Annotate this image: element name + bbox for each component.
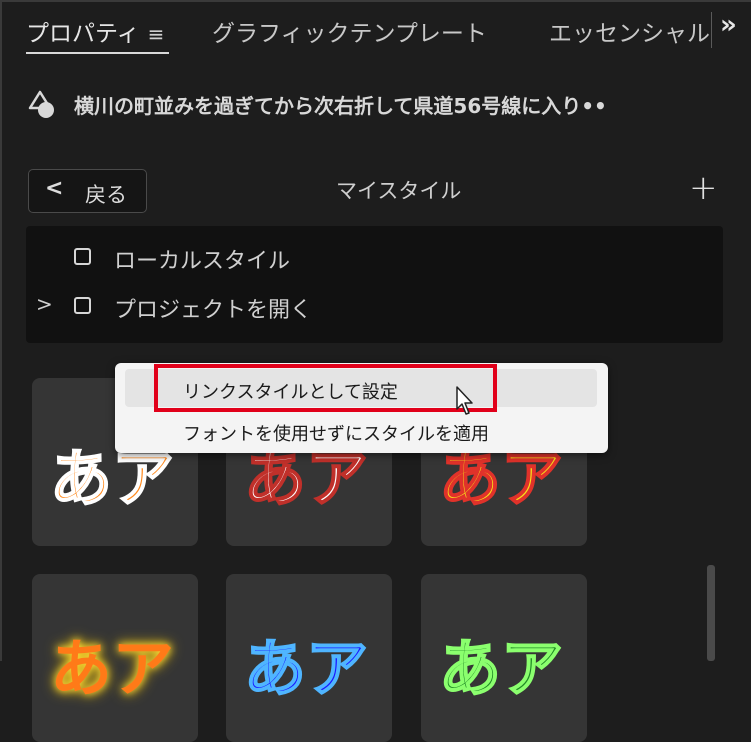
folder-label: ローカルスタイル xyxy=(114,249,291,274)
scrollbar[interactable] xyxy=(707,565,715,661)
panel-menu-icon[interactable]: ≡ xyxy=(148,22,165,46)
tab-properties[interactable]: プロパティ ≡ xyxy=(26,14,169,54)
panel-left-border xyxy=(0,0,2,661)
style-thumbnail[interactable]: あア xyxy=(226,574,392,742)
add-style-button[interactable]: + xyxy=(689,168,718,208)
checkbox[interactable] xyxy=(74,248,91,265)
style-folder-list: ローカルスタイル > プロジェクトを開く xyxy=(26,226,723,343)
menu-item-apply-style-without-font[interactable]: フォントを使用せずにスタイルを適用 xyxy=(125,411,597,449)
tab-divider xyxy=(711,12,712,48)
graphic-shapes-icon xyxy=(28,90,54,118)
tab-graphic-templates[interactable]: グラフィックテンプレート xyxy=(212,14,487,48)
back-button-label: 戻る xyxy=(85,183,127,207)
folder-local-styles[interactable]: ローカルスタイル xyxy=(26,239,723,279)
annotation-highlight-box xyxy=(154,364,497,412)
checkbox[interactable] xyxy=(74,297,91,314)
style-preview-text: あア xyxy=(243,631,369,706)
tab-overflow-icon[interactable]: » xyxy=(720,10,737,40)
styles-header: マイスタイル xyxy=(336,179,462,203)
style-preview-text: あア xyxy=(50,632,175,705)
mouse-pointer-icon xyxy=(456,386,473,415)
chevron-right-icon[interactable]: > xyxy=(36,292,53,316)
tab-properties-label: プロパティ xyxy=(26,21,140,47)
chevron-left-icon: < xyxy=(45,176,64,201)
style-thumbnail[interactable]: あア xyxy=(32,574,198,742)
clip-title: 横川の町並みを過ぎてから次右折して県道56号線に入り•• xyxy=(74,94,607,118)
folder-label: プロジェクトを開く xyxy=(114,298,313,323)
style-preview-text: あア xyxy=(438,631,564,706)
folder-open-project[interactable]: > プロジェクトを開く xyxy=(26,288,723,328)
back-button[interactable]: < 戻る xyxy=(28,169,147,213)
properties-panel: プロパティ ≡ グラフィックテンプレート エッセンシャル » 横川の町並みを過ぎて… xyxy=(0,0,751,742)
clip-title-row: 横川の町並みを過ぎてから次右折して県道56号線に入り•• xyxy=(26,86,726,122)
tab-essential[interactable]: エッセンシャル xyxy=(549,14,710,48)
menu-item-label: フォントを使用せずにスタイルを適用 xyxy=(183,424,489,445)
style-thumbnail[interactable]: あア xyxy=(421,574,587,742)
active-tab-underline xyxy=(26,52,169,54)
tab-bar: プロパティ ≡ グラフィックテンプレート エッセンシャル » xyxy=(0,0,751,62)
